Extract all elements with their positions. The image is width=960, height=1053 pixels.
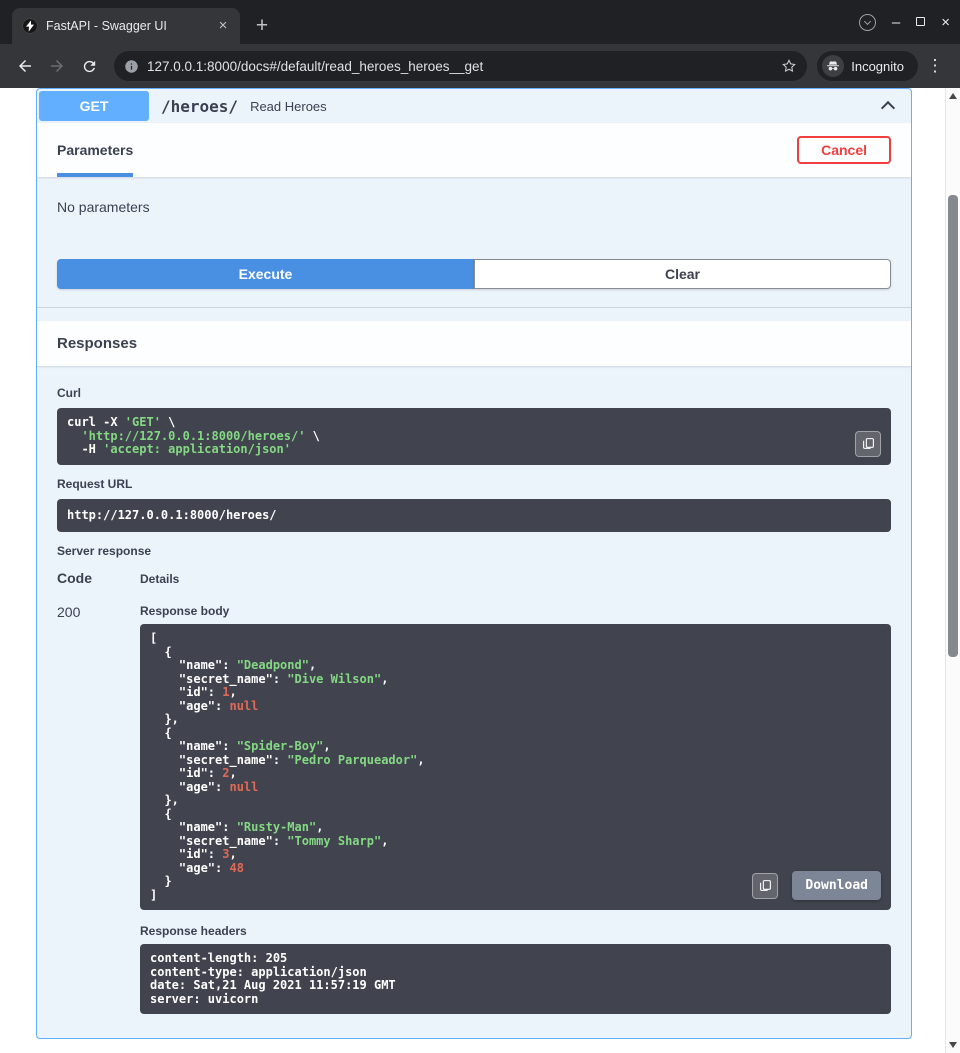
bookmark-star-icon[interactable]: [781, 58, 797, 74]
scrollbar-thumb[interactable]: [948, 195, 958, 657]
tab-search-icon[interactable]: [859, 14, 876, 31]
browser-window: FastAPI - Swagger UI × + – × 127.0.0.1:8…: [0, 0, 960, 1053]
maximize-icon: [916, 17, 925, 26]
request-url-value: http://127.0.0.1:8000/heroes/: [67, 507, 881, 525]
page-content: GET /heroes/ Read Heroes Parameters Canc…: [0, 88, 945, 1053]
url-text: 127.0.0.1:8000/docs#/default/read_heroes…: [147, 59, 773, 74]
scroll-down-button[interactable]: [946, 1037, 960, 1053]
details-column-header: Details: [140, 572, 179, 586]
incognito-label: Incognito: [851, 59, 904, 74]
reload-button[interactable]: [74, 51, 104, 81]
responses-body: Curl curl -X 'GET' \ 'http://127.0.0.1:8…: [37, 366, 911, 1038]
maximize-button[interactable]: [916, 13, 925, 31]
triangle-down-icon: [949, 1042, 957, 1048]
request-url-label: Request URL: [57, 477, 891, 491]
curl-command: curl -X 'GET' \ 'http://127.0.0.1:8000/h…: [67, 416, 881, 457]
response-body-controls: Download: [752, 871, 881, 900]
copy-curl-button[interactable]: [855, 431, 881, 457]
status-code: 200: [57, 604, 140, 1014]
response-details: Response body [ { "name": "Deadpond", "s…: [140, 604, 891, 1014]
window-controls: – ×: [859, 0, 950, 44]
tab-title: FastAPI - Swagger UI: [46, 19, 206, 33]
site-info-icon[interactable]: [124, 59, 139, 74]
curl-code-block: curl -X 'GET' \ 'http://127.0.0.1:8000/h…: [57, 408, 891, 465]
response-body-block: [ { "name": "Deadpond", "secret_name": "…: [140, 624, 891, 910]
collapse-chevron-icon[interactable]: [881, 101, 895, 115]
response-table-header: Code Details: [57, 570, 891, 586]
scroll-up-button[interactable]: [946, 88, 960, 104]
minimize-button[interactable]: –: [892, 15, 900, 30]
response-headers-label: Response headers: [140, 924, 891, 938]
responses-title: Responses: [57, 335, 137, 352]
code-column-header: Code: [57, 570, 140, 586]
incognito-icon: [822, 55, 844, 77]
operation-summary[interactable]: GET /heroes/ Read Heroes: [37, 89, 911, 123]
execute-button-group: Execute Clear: [37, 259, 911, 289]
http-method-badge: GET: [39, 91, 149, 121]
tab-parameters[interactable]: Parameters: [57, 123, 133, 177]
back-button[interactable]: [10, 51, 40, 81]
copy-response-button[interactable]: [752, 873, 778, 899]
url-bar[interactable]: 127.0.0.1:8000/docs#/default/read_heroes…: [114, 51, 807, 81]
parameters-header: Parameters Cancel: [37, 123, 911, 177]
browser-menu-button[interactable]: ⋮: [920, 51, 950, 81]
operation-path: /heroes/: [161, 97, 238, 116]
fastapi-favicon-icon: [22, 18, 38, 34]
no-parameters-text: No parameters: [57, 199, 150, 215]
download-button[interactable]: Download: [792, 871, 881, 900]
chevron-down-icon: [864, 17, 871, 24]
browser-toolbar: 127.0.0.1:8000/docs#/default/read_heroes…: [0, 44, 960, 88]
curl-label: Curl: [57, 386, 891, 400]
cancel-button[interactable]: Cancel: [797, 136, 891, 164]
forward-button[interactable]: [42, 51, 72, 81]
response-body-json: [ { "name": "Deadpond", "secret_name": "…: [150, 632, 881, 902]
response-body-label: Response body: [140, 604, 891, 618]
swagger-page: GET /heroes/ Read Heroes Parameters Canc…: [0, 88, 960, 1053]
response-row-200: 200 Response body [ { "name": "Deadpond"…: [57, 604, 891, 1014]
scrollbar-track[interactable]: [946, 104, 960, 1037]
page-scrollbar[interactable]: [945, 88, 960, 1053]
new-tab-button[interactable]: +: [248, 12, 276, 40]
clear-button[interactable]: Clear: [474, 259, 891, 289]
close-window-button[interactable]: ×: [941, 15, 950, 30]
operation-block-get-heroes: GET /heroes/ Read Heroes Parameters Canc…: [36, 88, 912, 1039]
execute-button[interactable]: Execute: [57, 259, 474, 289]
response-headers-block: content-length: 205content-type: applica…: [140, 944, 891, 1014]
parameters-body: No parameters: [37, 177, 911, 259]
incognito-badge: Incognito: [817, 51, 918, 81]
responses-header: Responses: [37, 321, 911, 366]
divider: [37, 307, 911, 308]
tab-strip: FastAPI - Swagger UI × + – ×: [0, 0, 960, 44]
browser-tab[interactable]: FastAPI - Swagger UI ×: [12, 8, 240, 44]
operation-summary-text: Read Heroes: [250, 99, 327, 114]
response-headers-text: content-length: 205content-type: applica…: [150, 952, 881, 1006]
triangle-up-icon: [949, 93, 957, 99]
server-response-label: Server response: [57, 544, 891, 558]
request-url-block: http://127.0.0.1:8000/heroes/: [57, 499, 891, 533]
tab-close-icon[interactable]: ×: [214, 17, 232, 35]
